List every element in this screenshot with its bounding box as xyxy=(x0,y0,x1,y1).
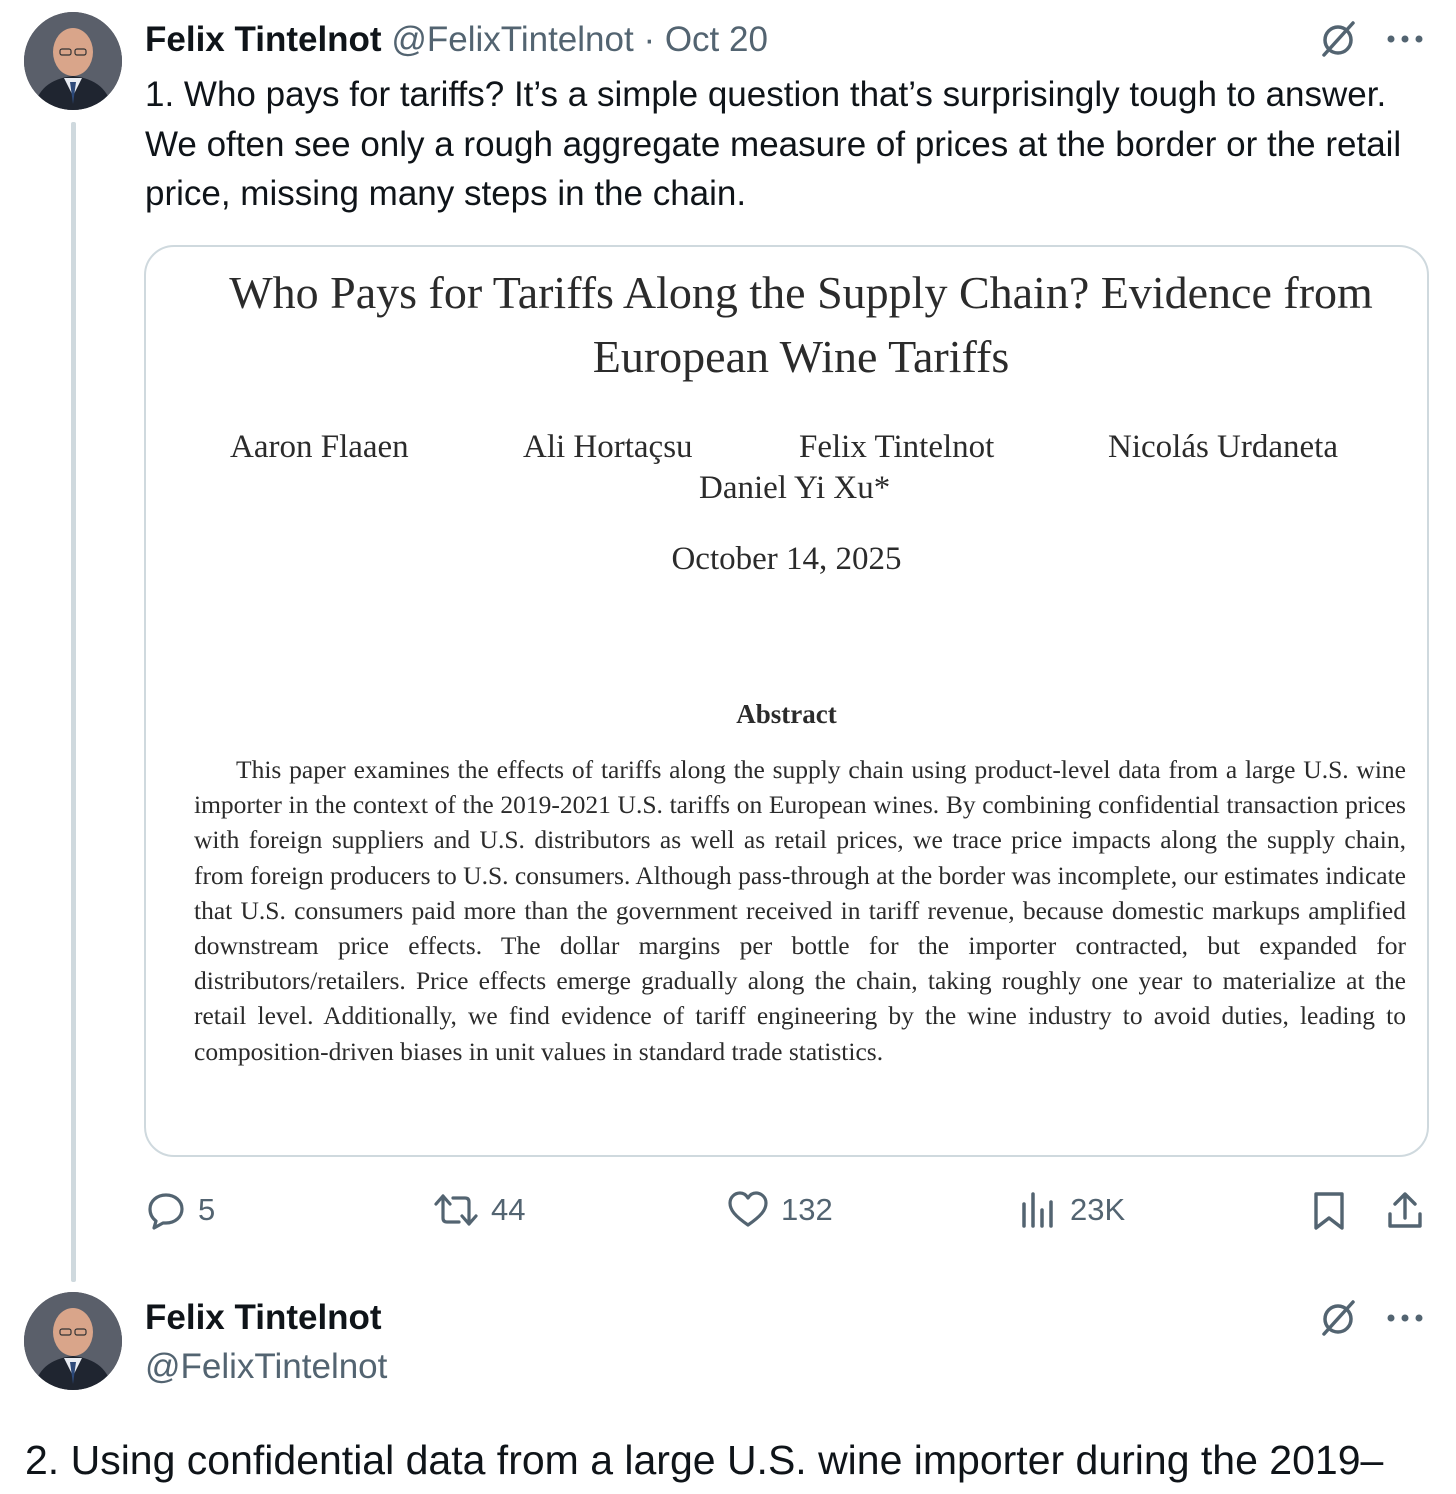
more-icon[interactable] xyxy=(1385,24,1425,54)
tweet-text: 2. Using confidential data from a large … xyxy=(25,1437,1384,1483)
paper-author: Daniel Yi Xu* xyxy=(699,470,891,506)
more-icon[interactable] xyxy=(1385,1303,1425,1333)
share-button[interactable] xyxy=(1385,1190,1425,1232)
paper-title: Who Pays for Tariffs Along the Supply Ch… xyxy=(146,261,1427,389)
grok-icon[interactable] xyxy=(1316,1297,1360,1341)
tweet-text: 1. Who pays for tariffs? It’s a simple q… xyxy=(145,75,1402,213)
repost-icon xyxy=(434,1194,478,1226)
reply-count: 5 xyxy=(198,1192,216,1227)
bookmark-icon xyxy=(1314,1192,1344,1230)
reply-button[interactable]: 5 xyxy=(146,1190,215,1230)
tweet-actions: 5 44 132 23K xyxy=(0,1190,1456,1240)
header-separator: · xyxy=(643,20,656,59)
author-avatar[interactable] xyxy=(24,1292,122,1390)
paper-title-line1: Who Pays for Tariffs Along the Supply Ch… xyxy=(229,267,1373,318)
like-button[interactable]: 132 xyxy=(727,1190,833,1230)
author-avatar[interactable] xyxy=(24,12,122,110)
like-count: 132 xyxy=(781,1192,833,1227)
author-name[interactable]: Felix Tintelnot xyxy=(145,20,382,59)
paper-author: Aaron Flaaen xyxy=(230,429,409,465)
repost-count: 44 xyxy=(491,1192,526,1227)
tweet-header: Felix Tintelnot @FelixTintelnot · Oct 20 xyxy=(145,18,768,62)
paper-author: Nicolás Urdaneta xyxy=(1108,429,1338,465)
bookmark-button[interactable] xyxy=(1309,1190,1349,1232)
views-icon xyxy=(1022,1192,1053,1228)
views-button[interactable]: 23K xyxy=(1018,1190,1125,1230)
paper-title-line2: European Wine Tariffs xyxy=(592,331,1010,382)
tweet-date[interactable]: Oct 20 xyxy=(665,20,768,59)
attached-image-paper[interactable]: Who Pays for Tariffs Along the Supply Ch… xyxy=(144,245,1429,1157)
paper-date: October 14, 2025 xyxy=(671,541,902,577)
repost-button[interactable]: 44 xyxy=(433,1190,525,1230)
author-handle[interactable]: @FelixTintelnot xyxy=(391,20,633,59)
grok-icon[interactable] xyxy=(1316,18,1360,62)
paper-author: Ali Hortaçsu xyxy=(523,429,693,465)
share-icon xyxy=(1388,1192,1422,1228)
author-handle[interactable]: @FelixTintelnot xyxy=(145,1347,387,1387)
views-count: 23K xyxy=(1070,1192,1126,1227)
thread-connector-line xyxy=(71,122,76,1282)
like-icon xyxy=(728,1191,768,1227)
abstract-heading: Abstract xyxy=(736,699,837,729)
paper-author: Felix Tintelnot xyxy=(799,429,995,465)
reply-icon xyxy=(148,1193,184,1230)
abstract-text: This paper examines the effects of tarif… xyxy=(194,755,1406,1066)
author-name[interactable]: Felix Tintelnot xyxy=(145,1298,382,1338)
